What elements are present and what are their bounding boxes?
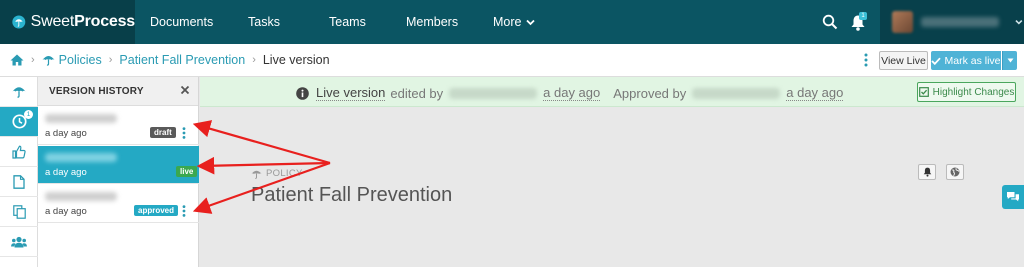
approved-time: a day ago: [786, 85, 844, 101]
app-logo[interactable]: SweetProcess: [0, 0, 135, 44]
caret-down-icon: [1007, 58, 1013, 63]
version-item-draft[interactable]: a day ago draft: [38, 107, 199, 145]
checkbox-icon: [918, 87, 929, 97]
highlight-changes-button[interactable]: Highlight Changes: [917, 82, 1016, 102]
document-icon: [13, 174, 25, 189]
chat-icon: [1007, 192, 1019, 202]
umbrella-logo-icon: [12, 15, 26, 29]
editor-name-redacted: [449, 87, 538, 99]
edited-by-label: edited by: [390, 85, 444, 101]
live-version-banner: Live version edited by a day ago Approve…: [200, 77, 1024, 107]
document-type-label: POLICY: [266, 168, 303, 179]
live-version-label: Live version: [316, 85, 386, 101]
umbrella-icon: [42, 56, 55, 66]
approved-by-label: Approved by: [613, 85, 687, 101]
breadcrumb-separator: ›: [252, 54, 256, 66]
version-item-live[interactable]: a day ago live: [38, 146, 199, 184]
chevron-down-icon: [526, 19, 536, 25]
mark-as-live-dropdown[interactable]: [1002, 51, 1017, 70]
sidebar-item-members[interactable]: [0, 227, 38, 257]
breadcrumb-home[interactable]: [10, 54, 24, 66]
bell-icon: [923, 167, 931, 177]
mark-as-live-label: Mark as live: [944, 54, 1001, 67]
umbrella-icon: [12, 87, 26, 98]
view-live-button[interactable]: View Live: [879, 51, 928, 70]
sidebar-item-document[interactable]: [0, 167, 38, 197]
breadcrumb-policies-link[interactable]: Policies: [59, 53, 102, 67]
nav-more-label: More: [493, 15, 522, 29]
avatar: [892, 11, 914, 33]
breadcrumb-document-link[interactable]: Patient Fall Prevention: [119, 53, 245, 67]
chat-button[interactable]: [1002, 185, 1024, 209]
app-logo-text: SweetProcess: [30, 13, 136, 30]
umbrella-icon: [251, 170, 262, 179]
version-author-redacted: [45, 192, 117, 201]
copy-icon: [12, 204, 26, 219]
status-badge-draft: draft: [150, 127, 176, 138]
info-icon: [296, 86, 309, 100]
mark-as-live-button[interactable]: Mark as live: [931, 51, 1001, 70]
version-time: a day ago: [45, 167, 87, 178]
user-menu[interactable]: [880, 0, 1024, 44]
users-icon: [11, 236, 27, 247]
close-icon[interactable]: [180, 85, 190, 95]
user-name-redacted: [921, 17, 1000, 27]
approver-name-redacted: [692, 87, 781, 99]
sidebar-rail: 1: [0, 77, 38, 267]
share-button[interactable]: [946, 164, 964, 180]
breadcrumb-separator: ›: [31, 54, 35, 66]
page-title: Patient Fall Prevention: [251, 184, 453, 206]
history-count-badge: 1: [24, 110, 33, 119]
notification-count-badge: 1: [859, 12, 867, 20]
version-options-icon[interactable]: [182, 205, 186, 217]
breadcrumb-document[interactable]: Patient Fall Prevention: [119, 53, 245, 67]
search-icon[interactable]: [822, 14, 838, 30]
version-time: a day ago: [45, 206, 87, 217]
nav-members[interactable]: Members: [406, 0, 458, 44]
breadcrumb: › Policies › Patient Fall Prevention › L…: [0, 44, 1024, 77]
status-badge-approved: approved: [134, 205, 179, 216]
highlight-changes-label: Highlight Changes: [932, 86, 1015, 98]
document-type: POLICY: [251, 168, 303, 179]
version-options-icon[interactable]: [182, 127, 186, 139]
version-author-redacted: [45, 114, 117, 123]
version-history-title: VERSION HISTORY: [38, 77, 198, 106]
live-version-info: Live version edited by a day ago Approve…: [296, 85, 844, 101]
globe-icon: [950, 167, 960, 177]
breadcrumb-current: Live version: [262, 53, 330, 67]
nav-teams[interactable]: Teams: [329, 0, 366, 44]
version-history-panel: VERSION HISTORY a day ago draft a day ag…: [38, 77, 199, 267]
breadcrumb-policies[interactable]: Policies: [42, 53, 102, 67]
nav-documents[interactable]: Documents: [150, 0, 213, 44]
version-author-redacted: [45, 153, 117, 162]
nav-more[interactable]: More: [493, 0, 536, 44]
edited-time: a day ago: [543, 85, 601, 101]
home-icon: [10, 54, 24, 66]
nav-tasks[interactable]: Tasks: [248, 0, 280, 44]
breadcrumb-separator: ›: [108, 54, 113, 66]
sidebar-item-approvals[interactable]: [0, 137, 38, 167]
status-badge-live: live: [176, 166, 198, 177]
more-options-icon[interactable]: [864, 53, 868, 67]
check-icon: [931, 57, 942, 65]
sidebar-item-policy[interactable]: [0, 77, 38, 107]
follow-button[interactable]: [918, 164, 936, 180]
sidebar-item-version-history[interactable]: 1: [0, 107, 38, 137]
top-navigation: SweetProcess Documents Tasks Teams Membe…: [0, 0, 1024, 44]
thumbs-up-icon: [12, 145, 26, 159]
notifications-button[interactable]: 1: [850, 12, 868, 32]
document-area: POLICY Patient Fall Prevention: [200, 107, 1024, 267]
chevron-down-icon: [1015, 19, 1023, 25]
version-time: a day ago: [45, 128, 87, 139]
sidebar-item-copies[interactable]: [0, 197, 38, 227]
version-item-approved[interactable]: a day ago approved: [38, 185, 199, 223]
